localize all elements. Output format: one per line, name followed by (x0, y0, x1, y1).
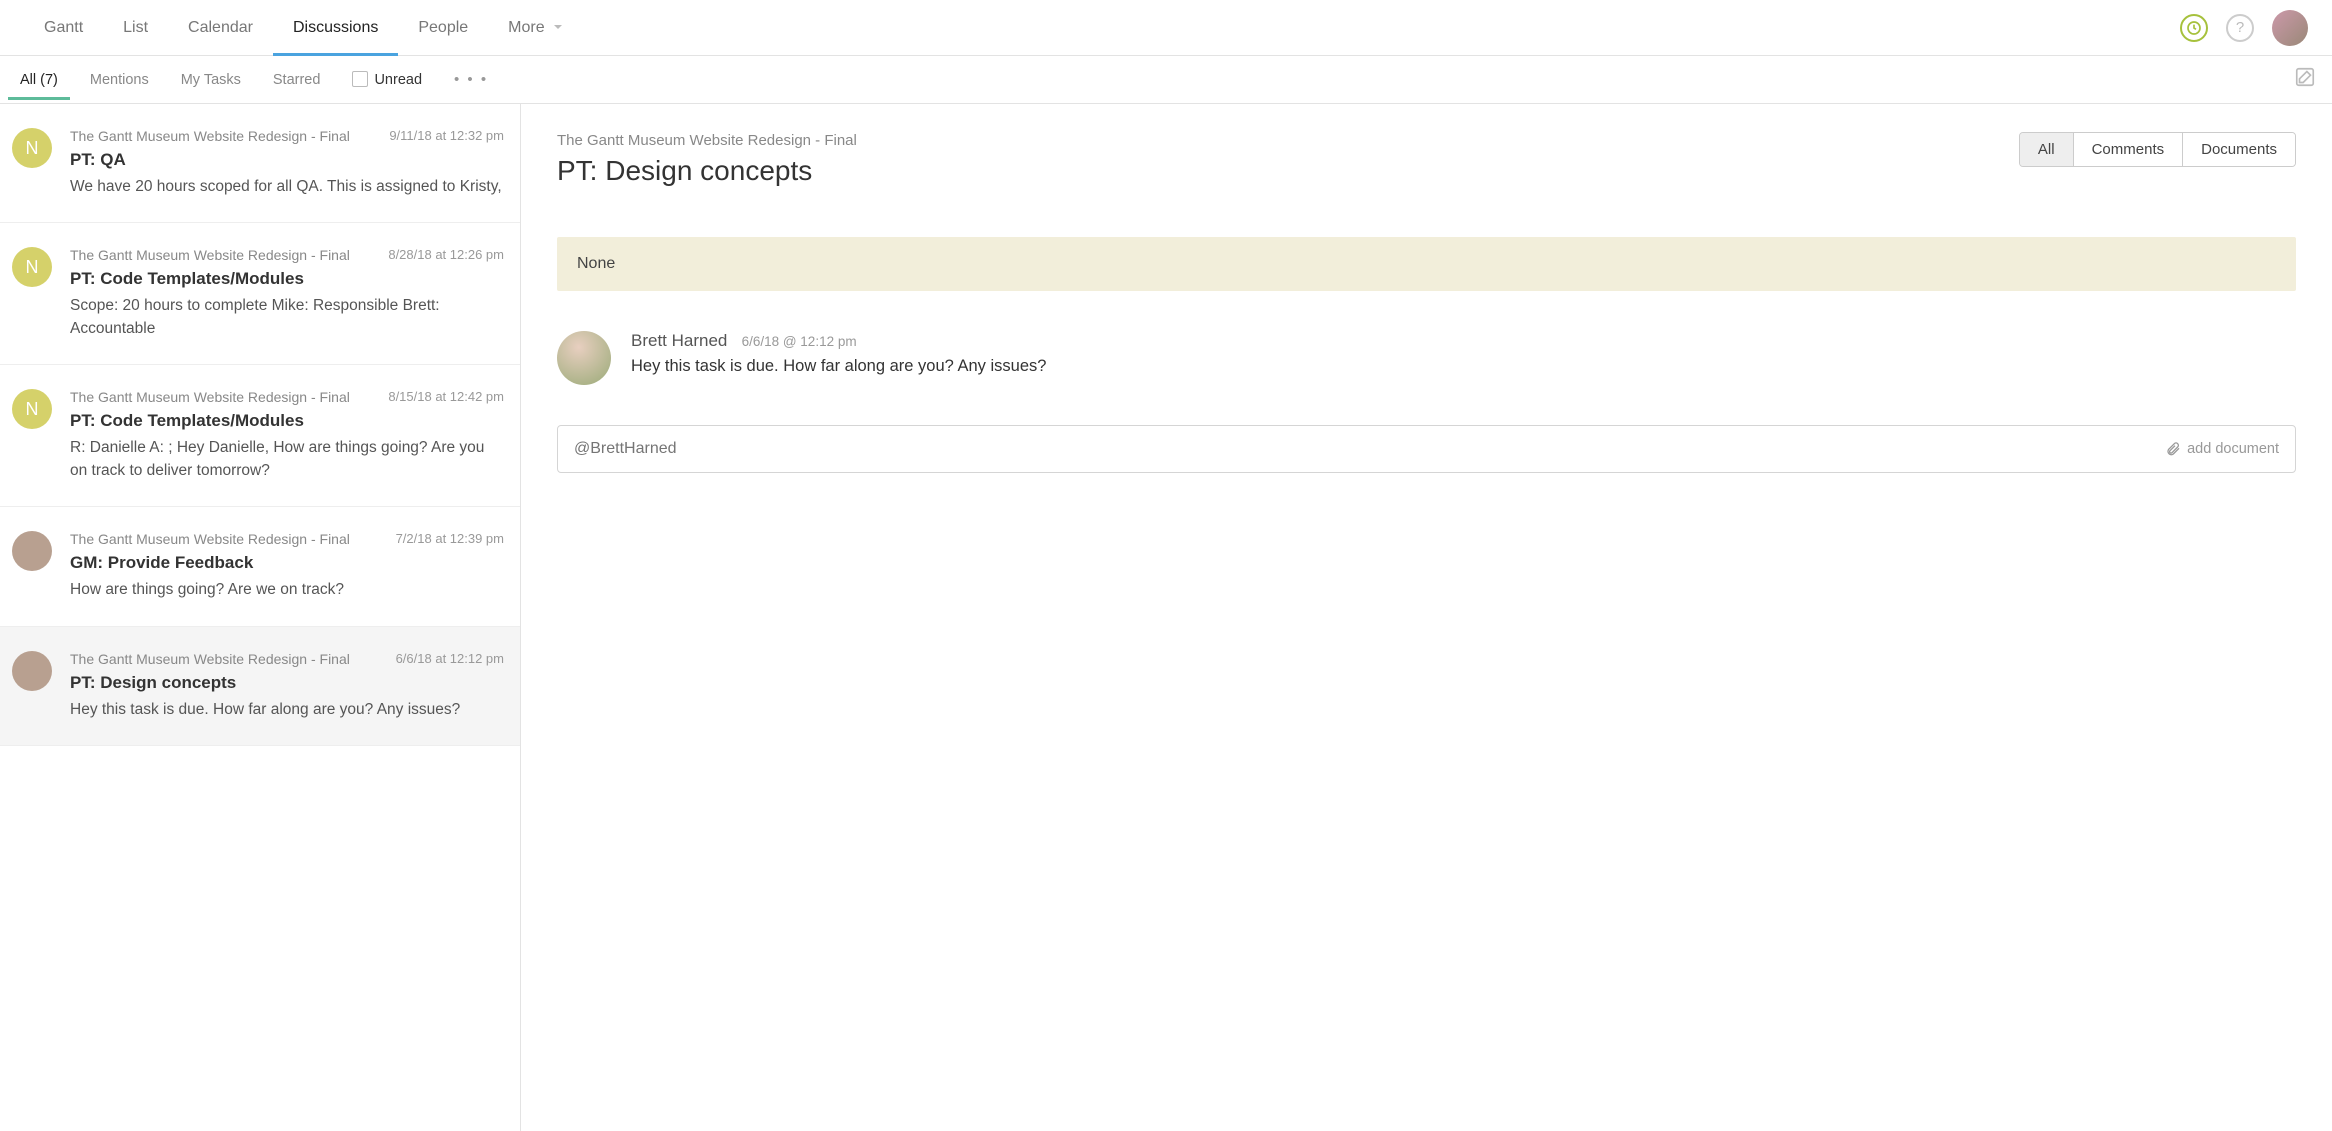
thread-item[interactable]: The Gantt Museum Website Redesign - Fina… (0, 627, 520, 746)
comment-author: Brett Harned (631, 331, 727, 350)
comment-avatar (557, 331, 611, 385)
thread-title: PT: Code Templates/Modules (70, 411, 504, 431)
subnav-tab-starred[interactable]: Starred (257, 60, 337, 100)
initial-avatar-icon: N (12, 247, 52, 287)
thread-date: 8/15/18 at 12:42 pm (388, 389, 504, 404)
thread-preview: Hey this task is due. How far along are … (70, 699, 504, 721)
subnav-tab-my-tasks[interactable]: My Tasks (165, 60, 257, 100)
thread-item[interactable]: NThe Gantt Museum Website Redesign - Fin… (0, 365, 520, 507)
thread-date: 8/28/18 at 12:26 pm (388, 247, 504, 262)
sub-nav: All (7)MentionsMy TasksStarred Unread • … (0, 56, 2332, 104)
photo-avatar-icon (12, 651, 52, 691)
topnav-tab-list[interactable]: List (103, 1, 168, 55)
subnav-tab-all-[interactable]: All (7) (4, 60, 74, 100)
thread-preview: How are things going? Are we on track? (70, 579, 504, 601)
more-menu-icon[interactable]: • • • (438, 71, 504, 88)
filter-pill-group: AllCommentsDocuments (2019, 132, 2296, 167)
photo-avatar-icon (12, 531, 52, 571)
compose-icon[interactable] (2294, 66, 2316, 92)
comment: Brett Harned 6/6/18 @ 12:12 pm Hey this … (557, 331, 2296, 385)
thread-date: 9/11/18 at 12:32 pm (389, 128, 504, 143)
thread-preview: We have 20 hours scoped for all QA. This… (70, 176, 504, 198)
initial-avatar-icon: N (12, 128, 52, 168)
topnav-tab-people[interactable]: People (398, 1, 488, 55)
thread-preview: Scope: 20 hours to complete Mike: Respon… (70, 295, 504, 340)
add-document-button[interactable]: add document (2165, 441, 2279, 457)
thread-item[interactable]: NThe Gantt Museum Website Redesign - Fin… (0, 104, 520, 223)
clock-icon[interactable] (2180, 14, 2208, 42)
thread-date: 7/2/18 at 12:39 pm (396, 531, 504, 546)
comment-meta: 6/6/18 @ 12:12 pm (742, 334, 857, 349)
thread-item[interactable]: NThe Gantt Museum Website Redesign - Fin… (0, 223, 520, 365)
unread-label: Unread (374, 72, 422, 88)
thread-title: PT: Design concepts (70, 673, 504, 693)
topnav-tab-discussions[interactable]: Discussions (273, 1, 398, 55)
help-icon[interactable]: ? (2226, 14, 2254, 42)
initial-avatar-icon: N (12, 389, 52, 429)
topnav-tab-calendar[interactable]: Calendar (168, 1, 273, 55)
thread-list: N The Gantt Museum Website Redesign - Fin… (0, 104, 521, 1131)
pill-comments[interactable]: Comments (2073, 133, 2183, 166)
chevron-down-icon (553, 22, 563, 32)
detail-title: PT: Design concepts (557, 155, 857, 187)
top-nav: GanttListCalendarDiscussionsPeopleMore ? (0, 0, 2332, 56)
thread-date: 6/6/18 at 12:12 pm (396, 651, 504, 666)
paperclip-icon (2165, 441, 2181, 457)
topnav-tab-more[interactable]: More (488, 1, 583, 55)
add-document-label: add document (2187, 441, 2279, 457)
topnav-tab-gantt[interactable]: Gantt (24, 1, 103, 55)
reply-box[interactable]: add document (557, 425, 2296, 473)
thread-title: PT: Code Templates/Modules (70, 269, 504, 289)
detail-project: The Gantt Museum Website Redesign - Fina… (557, 132, 857, 149)
pill-documents[interactable]: Documents (2182, 133, 2295, 166)
thread-preview: R: Danielle A: ; Hey Danielle, How are t… (70, 437, 504, 482)
thread-item[interactable]: The Gantt Museum Website Redesign - Fina… (0, 507, 520, 626)
unread-toggle[interactable]: Unread (336, 59, 438, 100)
comment-body: Hey this task is due. How far along are … (631, 357, 1046, 376)
thread-title: GM: Provide Feedback (70, 553, 504, 573)
reply-input[interactable] (574, 440, 2165, 458)
user-avatar[interactable] (2272, 10, 2308, 46)
pill-all[interactable]: All (2020, 133, 2073, 166)
subnav-tab-mentions[interactable]: Mentions (74, 60, 165, 100)
thread-detail: The Gantt Museum Website Redesign - Fina… (521, 104, 2332, 1131)
thread-title: PT: QA (70, 150, 504, 170)
checkbox-icon[interactable] (352, 71, 368, 87)
none-banner: None (557, 237, 2296, 291)
